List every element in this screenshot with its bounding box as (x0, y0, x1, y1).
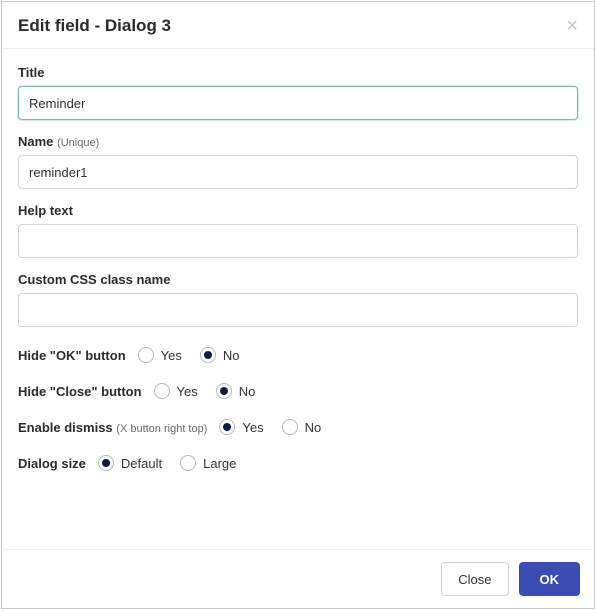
title-label: Title (18, 65, 578, 80)
dialog-size-large-label: Large (203, 456, 236, 471)
hide-ok-yes-label: Yes (161, 348, 182, 363)
radio-icon (138, 347, 154, 363)
radio-icon (282, 419, 298, 435)
enable-dismiss-no-label: No (305, 420, 322, 435)
title-input[interactable] (18, 86, 578, 120)
hide-ok-no-option[interactable]: No (200, 347, 240, 363)
radio-icon (98, 455, 114, 471)
name-label: Name (Unique) (18, 134, 578, 149)
dialog-header: Edit field - Dialog 3 × (2, 2, 594, 49)
dialog-size-default-label: Default (121, 456, 162, 471)
dialog-body: Title Name (Unique) Help text Custom CSS… (2, 49, 594, 549)
hide-close-no-label: No (239, 384, 256, 399)
dialog-title: Edit field - Dialog 3 (18, 16, 171, 36)
radio-icon (200, 347, 216, 363)
hide-ok-yes-option[interactable]: Yes (138, 347, 182, 363)
help-label: Help text (18, 203, 578, 218)
enable-dismiss-row: Enable dismiss (X button right top) Yes … (18, 419, 578, 435)
title-field-block: Title (18, 65, 578, 120)
hide-close-no-option[interactable]: No (216, 383, 256, 399)
radio-icon (216, 383, 232, 399)
name-label-hint: (Unique) (57, 137, 99, 149)
css-input[interactable] (18, 293, 578, 327)
hide-close-yes-label: Yes (177, 384, 198, 399)
radio-icon (154, 383, 170, 399)
enable-dismiss-label: Enable dismiss (X button right top) (18, 420, 207, 435)
close-button[interactable]: Close (441, 562, 508, 596)
hide-ok-no-label: No (223, 348, 240, 363)
name-label-text: Name (18, 134, 53, 149)
help-field-block: Help text (18, 203, 578, 258)
dialog-size-row: Dialog size Default Large (18, 455, 578, 471)
help-input[interactable] (18, 224, 578, 258)
close-icon[interactable]: × (566, 16, 578, 36)
dialog-size-label: Dialog size (18, 456, 86, 471)
hide-close-row: Hide "Close" button Yes No (18, 383, 578, 399)
name-field-block: Name (Unique) (18, 134, 578, 189)
css-field-block: Custom CSS class name (18, 272, 578, 327)
enable-dismiss-hint: (X button right top) (116, 423, 207, 435)
css-label: Custom CSS class name (18, 272, 578, 287)
ok-button[interactable]: OK (519, 562, 581, 596)
enable-dismiss-label-text: Enable dismiss (18, 420, 113, 435)
hide-close-label: Hide "Close" button (18, 384, 142, 399)
dialog-size-default-option[interactable]: Default (98, 455, 162, 471)
edit-field-dialog: Edit field - Dialog 3 × Title Name (Uniq… (1, 1, 595, 609)
enable-dismiss-yes-option[interactable]: Yes (219, 419, 263, 435)
dialog-footer: Close OK (2, 549, 594, 608)
hide-close-yes-option[interactable]: Yes (154, 383, 198, 399)
hide-ok-row: Hide "OK" button Yes No (18, 347, 578, 363)
hide-ok-label: Hide "OK" button (18, 348, 126, 363)
enable-dismiss-no-option[interactable]: No (282, 419, 322, 435)
enable-dismiss-yes-label: Yes (242, 420, 263, 435)
name-input[interactable] (18, 155, 578, 189)
radio-icon (219, 419, 235, 435)
radio-icon (180, 455, 196, 471)
dialog-size-large-option[interactable]: Large (180, 455, 236, 471)
